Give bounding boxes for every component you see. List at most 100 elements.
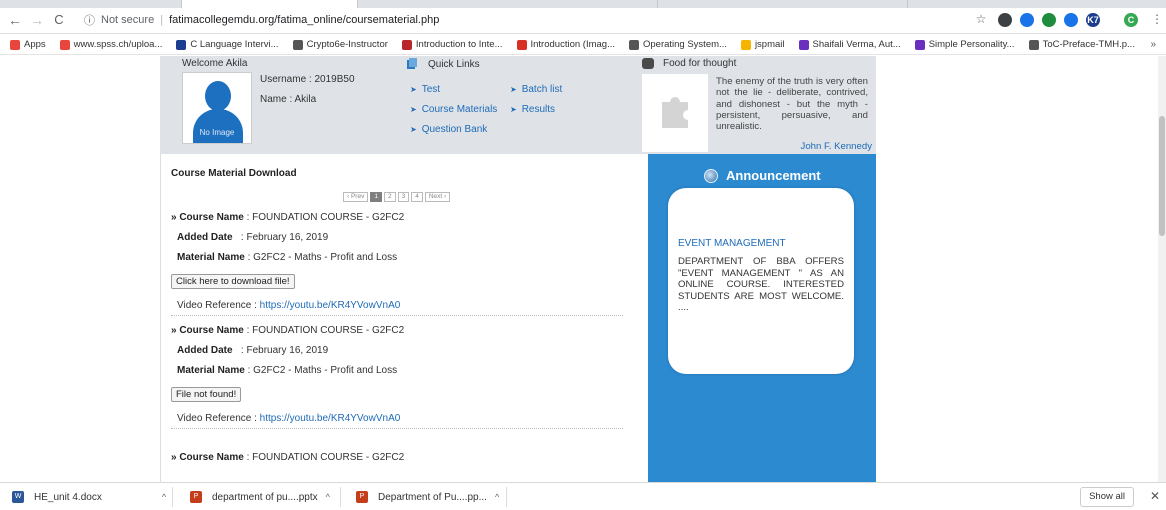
- tab[interactable]: [658, 0, 908, 8]
- bookmark-label[interactable]: ToC-Preface-TMH.p...: [1043, 39, 1135, 50]
- video-reference-label: Video Reference :: [177, 300, 260, 311]
- extension-icon[interactable]: [1042, 13, 1056, 27]
- bookmark-favicon-icon: [292, 39, 303, 50]
- bookmark-item[interactable]: Operating System...: [628, 39, 727, 50]
- more-bookmarks-icon[interactable]: »: [1150, 39, 1156, 50]
- forward-icon[interactable]: →: [28, 12, 46, 28]
- header-panel: Welcome Akila No Image Username : 2019B5…: [160, 56, 876, 154]
- download-item[interactable]: P Department of Pu....pp... ^: [356, 489, 499, 505]
- bookmark-item[interactable]: Shaifali Verma, Aut...: [798, 39, 901, 50]
- material-name-label: Material Name: [177, 252, 245, 263]
- quick-link-label[interactable]: Course Materials: [422, 104, 498, 115]
- bookmark-label[interactable]: Shaifali Verma, Aut...: [813, 39, 901, 50]
- show-all-button[interactable]: Show all: [1080, 487, 1134, 507]
- file-not-found-button[interactable]: File not found!: [171, 387, 242, 402]
- course-name-row: » Course Name : FOUNDATION COURSE - G2FC…: [171, 452, 404, 463]
- tab[interactable]: [0, 0, 182, 8]
- reload-icon[interactable]: C: [50, 12, 68, 27]
- page-3-button[interactable]: 3: [397, 192, 410, 202]
- bookmark-item[interactable]: C Language Intervi...: [176, 39, 279, 50]
- course-name-row: » Course Name : FOUNDATION COURSE - G2FC…: [171, 325, 404, 336]
- security-label[interactable]: Not secure: [101, 14, 154, 26]
- scrollbar-thumb[interactable]: [1159, 116, 1165, 236]
- tab-strip[interactable]: [0, 0, 1166, 8]
- prev-page-button[interactable]: ‹ Prev: [343, 192, 369, 202]
- bookmark-favicon-icon: [176, 39, 187, 50]
- download-separator: [340, 487, 341, 507]
- bookmark-item[interactable]: Introduction to Inte...: [401, 39, 503, 50]
- extension-icon[interactable]: [1064, 13, 1078, 27]
- course-name-value: : FOUNDATION COURSE - G2FC2: [246, 452, 405, 463]
- extension-icon[interactable]: K7: [1086, 13, 1100, 27]
- bookmark-item[interactable]: Apps: [10, 39, 46, 50]
- bookmark-label[interactable]: Simple Personality...: [929, 39, 1015, 50]
- info-icon[interactable]: ⓘ: [84, 12, 95, 28]
- quick-link-label[interactable]: Batch list: [522, 84, 563, 95]
- bookmark-favicon-icon: [628, 39, 639, 50]
- chevron-right-icon: ➤: [410, 105, 417, 114]
- bookmark-label[interactable]: Apps: [24, 39, 46, 50]
- page-1-button[interactable]: 1: [370, 192, 382, 202]
- download-filename[interactable]: HE_unit 4.docx: [34, 492, 102, 503]
- video-reference-row: Video Reference : https://youtu.be/KR4YV…: [177, 413, 400, 424]
- download-filename[interactable]: Department of Pu....pp...: [378, 492, 487, 503]
- announcement-heading[interactable]: EVENT MANAGEMENT: [678, 238, 786, 249]
- bookmark-label[interactable]: Introduction to Inte...: [416, 39, 503, 50]
- download-item[interactable]: W HE_unit 4.docx ^: [12, 489, 166, 505]
- page-4-button[interactable]: 4: [411, 192, 423, 202]
- quick-link-label[interactable]: Results: [522, 104, 555, 115]
- bookmark-label[interactable]: www.spss.ch/uploa...: [74, 39, 163, 50]
- chevron-up-icon[interactable]: ^: [162, 492, 166, 502]
- page-scrollbar[interactable]: [1158, 56, 1166, 482]
- material-name-value: : G2FC2 - Maths - Profit and Loss: [247, 252, 398, 263]
- back-icon[interactable]: ←: [6, 12, 24, 28]
- quick-link-course-materials[interactable]: ➤ Course Materials: [410, 104, 497, 115]
- announcement-panel: Announcement EVENT MANAGEMENT DEPARTMENT…: [648, 154, 876, 482]
- extension-icon[interactable]: [1020, 13, 1034, 27]
- bookmark-item[interactable]: Crypto6e-Instructor: [292, 39, 388, 50]
- url-text[interactable]: fatimacollegemdu.org/fatima_online/cours…: [169, 14, 439, 26]
- bookmark-label[interactable]: C Language Intervi...: [190, 39, 278, 50]
- announcement-card: EVENT MANAGEMENT DEPARTMENT OF BBA OFFER…: [668, 188, 854, 374]
- chevron-up-icon[interactable]: ^: [326, 492, 330, 502]
- quick-link-question-bank[interactable]: ➤ Question Bank: [410, 124, 487, 135]
- section-title: Course Material Download: [171, 168, 297, 179]
- download-filename[interactable]: department of pu....pptx: [212, 492, 318, 503]
- address-input[interactable]: ⓘ Not secure | fatimacollegemdu.org/fati…: [84, 10, 964, 30]
- quick-link-test[interactable]: ➤ Test: [410, 84, 440, 95]
- bookmark-item[interactable]: jspmail: [740, 39, 785, 50]
- extension-icon[interactable]: [998, 13, 1012, 27]
- bookmark-favicon-icon: [516, 39, 527, 50]
- download-file-button[interactable]: Click here to download file!: [171, 274, 295, 289]
- star-icon[interactable]: ☆: [972, 12, 990, 26]
- chevron-up-icon[interactable]: ^: [495, 492, 499, 502]
- video-reference-link[interactable]: https://youtu.be/KR4YVowVnA0: [260, 300, 401, 311]
- apps-grid-icon: [10, 39, 20, 50]
- quick-link-label[interactable]: Test: [422, 84, 440, 95]
- menu-icon[interactable]: ⋮: [1148, 12, 1166, 26]
- page-2-button[interactable]: 2: [383, 192, 396, 202]
- bookmark-label[interactable]: Crypto6e-Instructor: [307, 39, 388, 50]
- next-page-button[interactable]: Next ›: [424, 192, 451, 202]
- food-title: Food for thought: [663, 58, 737, 69]
- bookmark-item[interactable]: ToC-Preface-TMH.p...: [1028, 39, 1135, 50]
- profile-avatar-icon[interactable]: C: [1124, 13, 1138, 27]
- download-item[interactable]: P department of pu....pptx ^: [190, 489, 330, 505]
- tab[interactable]: [358, 0, 658, 8]
- bookmark-label[interactable]: Introduction (Imag...: [531, 39, 615, 50]
- quick-link-label[interactable]: Question Bank: [422, 124, 488, 135]
- name-text: Name : Akila: [260, 94, 317, 105]
- bookmark-favicon-icon: [1028, 39, 1039, 50]
- close-icon[interactable]: ✕: [1150, 489, 1160, 503]
- tab-active[interactable]: [182, 0, 358, 8]
- bookmark-label[interactable]: Operating System...: [643, 39, 727, 50]
- bookmark-item[interactable]: Simple Personality...: [914, 39, 1015, 50]
- quick-link-batch-list[interactable]: ➤ Batch list: [510, 84, 562, 95]
- material-name-value: : G2FC2 - Maths - Profit and Loss: [247, 365, 398, 376]
- bookmark-label[interactable]: jspmail: [755, 39, 785, 50]
- video-reference-link[interactable]: https://youtu.be/KR4YVowVnA0: [260, 413, 401, 424]
- bookmark-item[interactable]: Introduction (Imag...: [516, 39, 615, 50]
- bookmark-item[interactable]: www.spss.ch/uploa...: [59, 39, 163, 50]
- course-name-label: » Course Name: [171, 325, 244, 336]
- quick-link-results[interactable]: ➤ Results: [510, 104, 555, 115]
